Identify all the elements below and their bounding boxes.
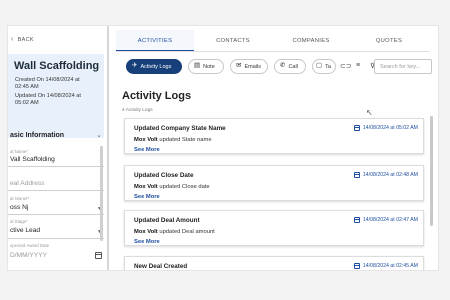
- activity-card: Updated Close Date 14/08/2024 at 02:48 A…: [124, 165, 424, 201]
- basic-information-section[interactable]: asic Information ⌄: [8, 129, 104, 141]
- calendar-icon[interactable]: [95, 252, 102, 259]
- activity-body: Mox Volt updated Deal amount: [134, 229, 215, 235]
- activity-text: updated Close date: [159, 184, 210, 190]
- record-title: Wall Scaffolding: [14, 60, 100, 72]
- activity-timestamp: 14/08/2024 at 02:45 AM: [353, 263, 418, 269]
- deal-owner-label: al Owner*: [10, 196, 30, 201]
- see-more-link[interactable]: See More: [134, 194, 160, 200]
- see-more-link[interactable]: See More: [134, 147, 160, 153]
- award-date-label: xpected Award Date: [10, 243, 50, 248]
- tab-quotes[interactable]: QUOTES: [350, 30, 428, 51]
- field-divider: [8, 166, 104, 167]
- deal-stage-select[interactable]: ctive Lead: [10, 227, 40, 234]
- activity-card: Updated Company State Name 14/08/2024 at…: [124, 118, 424, 154]
- actor-name: Mox Volt: [134, 229, 158, 235]
- search-input[interactable]: Search for key...: [374, 59, 432, 74]
- activity-timestamp: 14/08/2024 at 05:02 AM: [353, 125, 418, 131]
- note-icon: ▤: [194, 62, 201, 70]
- panel-divider: [107, 26, 109, 270]
- chevron-left-icon: ‹: [11, 36, 14, 43]
- sort-icon[interactable]: ≡: [356, 62, 360, 69]
- timestamp-text: 14/08/2024 at 02:47 AM: [362, 217, 418, 223]
- calendar-icon: [353, 263, 360, 269]
- chip-label: Call: [288, 63, 298, 70]
- actor-name: Mox Volt: [134, 137, 158, 143]
- chip-label: Ta: [325, 63, 331, 70]
- app-window: ‹ BACK Wall Scaffolding Created On 14/08…: [8, 26, 438, 270]
- call-chip[interactable]: ✆ Call: [274, 59, 306, 74]
- calendar-icon: [353, 172, 360, 178]
- mouse-cursor-icon: ↖: [366, 108, 373, 117]
- field-divider: [8, 190, 104, 191]
- timestamp-text: 14/08/2024 at 02:48 AM: [362, 172, 418, 178]
- activity-text: updated Deal amount: [159, 229, 215, 235]
- deal-address-field[interactable]: eal Address: [10, 180, 44, 187]
- deal-name-label: al Name*: [10, 149, 29, 154]
- timestamp-text: 14/08/2024 at 05:02 AM: [362, 125, 418, 131]
- actor-name: Mox Volt: [134, 184, 158, 190]
- activity-title: Updated Company State Name: [134, 125, 226, 132]
- deal-stage-label: al Stage*: [10, 219, 28, 224]
- activity-count: 4 Activity Logs: [122, 108, 153, 113]
- task-chip[interactable]: ▢ Ta: [312, 59, 336, 74]
- calendar-icon: [353, 125, 360, 131]
- deal-owner-select[interactable]: oss Nj: [10, 204, 28, 211]
- updated-on-time: 05:02 AM: [15, 100, 39, 106]
- activity-scrollbar[interactable]: [430, 116, 433, 226]
- activity-toolbar: ✈ Activity Logs ▤ Note ✉ Emails ✆ Call ▢…: [116, 59, 434, 75]
- deal-name-field[interactable]: Vall Scaffolding: [10, 156, 55, 163]
- back-label: BACK: [17, 36, 34, 43]
- see-more-link[interactable]: See More: [134, 239, 160, 245]
- activity-card: New Deal Created 14/08/2024 at 02:45 AM: [124, 256, 424, 270]
- activity-body: Mox Volt updated State name: [134, 137, 212, 143]
- tab-activities[interactable]: ACTIVITIES: [116, 30, 194, 51]
- tab-companies[interactable]: COMPANIES: [272, 30, 350, 51]
- chip-label: Emails: [244, 63, 261, 70]
- tab-bar: ACTIVITIES CONTACTS COMPANIES QUOTES: [116, 30, 430, 52]
- activity-timestamp: 14/08/2024 at 02:48 AM: [353, 172, 418, 178]
- link-icon[interactable]: ⊂⊃: [340, 62, 352, 70]
- back-button[interactable]: ‹ BACK: [11, 36, 34, 43]
- field-divider: [8, 238, 104, 239]
- activity-card: Updated Deal Amount 14/08/2024 at 02:47 …: [124, 210, 424, 246]
- activity-title: Updated Close Date: [134, 172, 194, 179]
- field-divider: [8, 214, 104, 215]
- record-sidebar: ‹ BACK Wall Scaffolding Created On 14/08…: [8, 26, 108, 270]
- emails-chip[interactable]: ✉ Emails: [230, 59, 268, 74]
- activity-logs-chip[interactable]: ✈ Activity Logs: [126, 59, 182, 74]
- created-on-time: 02:45 AM: [15, 84, 39, 90]
- timestamp-text: 14/08/2024 at 02:45 AM: [362, 263, 418, 269]
- runner-icon: ✈: [132, 62, 138, 70]
- section-title: asic Information: [10, 131, 65, 139]
- activity-timestamp: 14/08/2024 at 02:47 AM: [353, 217, 418, 223]
- chip-label: Note: [203, 63, 215, 70]
- chevron-down-icon: ⌄: [96, 132, 102, 139]
- award-date-input[interactable]: D/MM/YYYY: [10, 252, 47, 259]
- activity-title: New Deal Created: [134, 263, 188, 270]
- activity-text: updated State name: [159, 137, 212, 143]
- sidebar-scrollbar[interactable]: [100, 146, 103, 241]
- task-icon: ▢: [316, 62, 323, 70]
- phone-icon: ✆: [280, 62, 286, 70]
- activity-body: Mox Volt updated Close date: [134, 184, 210, 190]
- activity-panel: ACTIVITIES CONTACTS COMPANIES QUOTES ✈ A…: [112, 26, 438, 270]
- email-icon: ✉: [236, 62, 242, 70]
- calendar-icon: [353, 217, 360, 223]
- activity-title: Updated Deal Amount: [134, 217, 200, 224]
- chip-label: Activity Logs: [140, 63, 172, 70]
- activity-logs-heading: Activity Logs: [122, 90, 192, 102]
- note-chip[interactable]: ▤ Note: [188, 59, 224, 74]
- tab-contacts[interactable]: CONTACTS: [194, 30, 272, 51]
- record-summary-card: Wall Scaffolding Created On 14/08/2024 a…: [8, 54, 104, 138]
